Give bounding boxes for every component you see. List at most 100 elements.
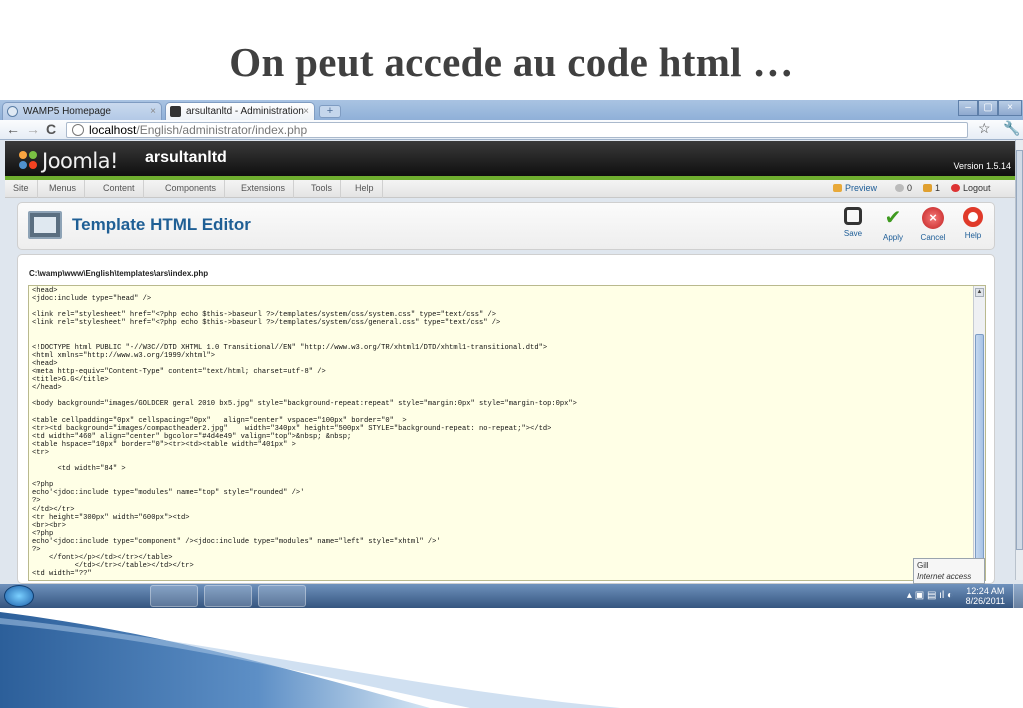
minimize-button[interactable]: – [958,100,978,116]
url-path: /English/administrator/index.php [136,123,308,137]
decorative-swoosh [0,612,620,708]
taskbar-app-media-center[interactable] [150,585,198,607]
apply-check-icon: ✔ [884,207,902,229]
admins-value: 1 [935,183,941,193]
tab-wamp5-homepage[interactable]: WAMP5 Homepage × [2,102,162,120]
start-button[interactable] [4,585,34,607]
code-line: <tr> [32,448,50,457]
code-line: </font></p></td></tr></table> [32,554,173,563]
version-label: Version 1.5.14 [953,161,1011,171]
logout-label: Logout [963,183,991,193]
taskbar-app-paint[interactable] [258,585,306,607]
folder-icon [109,587,127,605]
code-line: <!DOCTYPE html PUBLIC "-//W3C//DTD XHTML… [32,343,548,352]
menu-components[interactable]: Components [157,180,226,198]
tab-label: arsultanltd - Administration [186,106,304,117]
close-icon[interactable]: × [150,103,156,120]
editor-toolbar: Template HTML Editor Save ✔ Apply × Canc… [17,202,995,250]
network-tooltip: Gill Internet access [913,558,985,584]
code-content: <head> <jdoc:include type="head" /> <link… [32,287,972,578]
menu-site[interactable]: Site [5,180,38,198]
menu-extensions[interactable]: Extensions [233,180,295,198]
code-line: <td width="84" > [32,465,126,474]
menu-content[interactable]: Content [95,180,144,198]
logout-link[interactable]: Logout [951,180,991,197]
tooltip-text: Internet access [917,572,972,581]
menu-menus[interactable]: Menus [41,180,86,198]
system-tray[interactable]: ▴ ▣ ▤ ıl ◐ [907,590,953,601]
taskbar-app-ie[interactable] [42,585,90,607]
slide: On peut accede au code html … WAMP5 Home… [0,0,1023,708]
code-line: <table hspace="10px" border="0"><tr><td>… [32,440,296,449]
code-line: </td></tr></table></td></tr> [32,562,194,571]
code-scrollbar[interactable]: ▲ [973,286,985,580]
page-scrollbar[interactable] [1015,140,1023,580]
code-line: ?> [32,546,41,554]
code-line: <?php [32,481,54,490]
code-line: <tr height="300px" width="600px"><td> [32,513,190,522]
joomla-header: Joomla! arsultanltd Version 1.5.14 [5,141,1015,176]
show-desktop-button[interactable] [1013,584,1023,608]
close-icon[interactable]: × [303,103,309,120]
reload-icon[interactable]: C [46,121,56,137]
maximize-button[interactable]: ▢ [978,100,998,116]
joomla-logo-text: Joomla! [42,149,118,173]
code-line: <table cellpadding="0px" cellspacing="0p… [32,416,407,425]
code-line: <title>G.G</title> [32,376,109,385]
file-path: C:\wamp\www\English\templates\ars\index.… [29,269,209,278]
new-tab-button[interactable]: + [319,105,341,118]
save-label: Save [843,229,863,238]
code-line: <head> [32,287,58,295]
url-input[interactable]: localhost/English/administrator/index.ph… [66,122,968,138]
code-line: </td></tr> [32,505,75,514]
screenshot: WAMP5 Homepage × arsultanltd - Administr… [0,100,1023,608]
taskbar-app-explorer[interactable] [96,585,144,607]
template-editor-icon [28,211,62,239]
slide-title: On peut accede au code html … [229,39,794,85]
code-line: <tr><td background="images/compactheader… [32,424,552,433]
visitors-count[interactable]: 0 [895,180,912,197]
html-code-textarea[interactable]: <head> <jdoc:include type="head" /> <link… [28,285,986,581]
cancel-button[interactable]: × Cancel [915,205,951,242]
help-lifebuoy-icon [963,207,983,227]
menu-tools[interactable]: Tools [303,180,342,198]
scroll-up-icon[interactable]: ▲ [975,288,984,297]
code-line: echo'<jdoc:include type="component" /><j… [32,537,441,546]
code-line: <?php [32,529,54,538]
scrollbar-thumb[interactable] [975,334,984,560]
logout-icon [951,184,960,192]
bookmark-star-icon[interactable]: ☆ [978,120,991,137]
page-scrollbar-thumb[interactable] [1016,150,1023,550]
joomla-logo-icon [19,151,37,169]
address-bar-row: ← → C localhost/English/administrator/in… [0,120,1023,140]
windows-taskbar: ▴ ▣ ▤ ıl ◐ 12:24 AM 8/26/2011 [0,584,1023,608]
browser-tab-bar: WAMP5 Homepage × arsultanltd - Administr… [0,100,1023,120]
save-icon [844,207,862,225]
apply-button[interactable]: ✔ Apply [875,205,911,242]
tooltip-title: Gill [917,561,929,570]
tab-joomla-administration[interactable]: arsultanltd - Administration × [165,102,315,120]
cancel-icon: × [922,207,944,229]
forward-icon[interactable]: → [26,121,40,137]
taskbar-clock[interactable]: 12:24 AM 8/26/2011 [966,586,1005,606]
preview-link[interactable]: Preview [833,180,877,197]
taskbar-app-chrome[interactable] [204,585,252,607]
help-button[interactable]: Help [955,205,991,240]
menu-help[interactable]: Help [347,180,383,198]
users-icon [923,184,932,192]
wrench-icon[interactable]: 🔧 [1003,120,1020,137]
admins-count[interactable]: 1 [923,180,940,197]
back-icon[interactable]: ← [6,121,20,137]
code-line: <html xmlns="http://www.w3.org/1999/xhtm… [32,351,216,360]
joomla-logo[interactable]: Joomla! [17,146,118,173]
code-line: <head> [32,359,58,368]
code-line: <jdoc:include type="head" /> [32,295,152,304]
joomla-icon [170,106,181,117]
close-window-button[interactable]: × [998,100,1022,116]
save-button[interactable]: Save [835,205,871,238]
globe-icon [7,106,18,117]
page-icon [72,124,84,136]
